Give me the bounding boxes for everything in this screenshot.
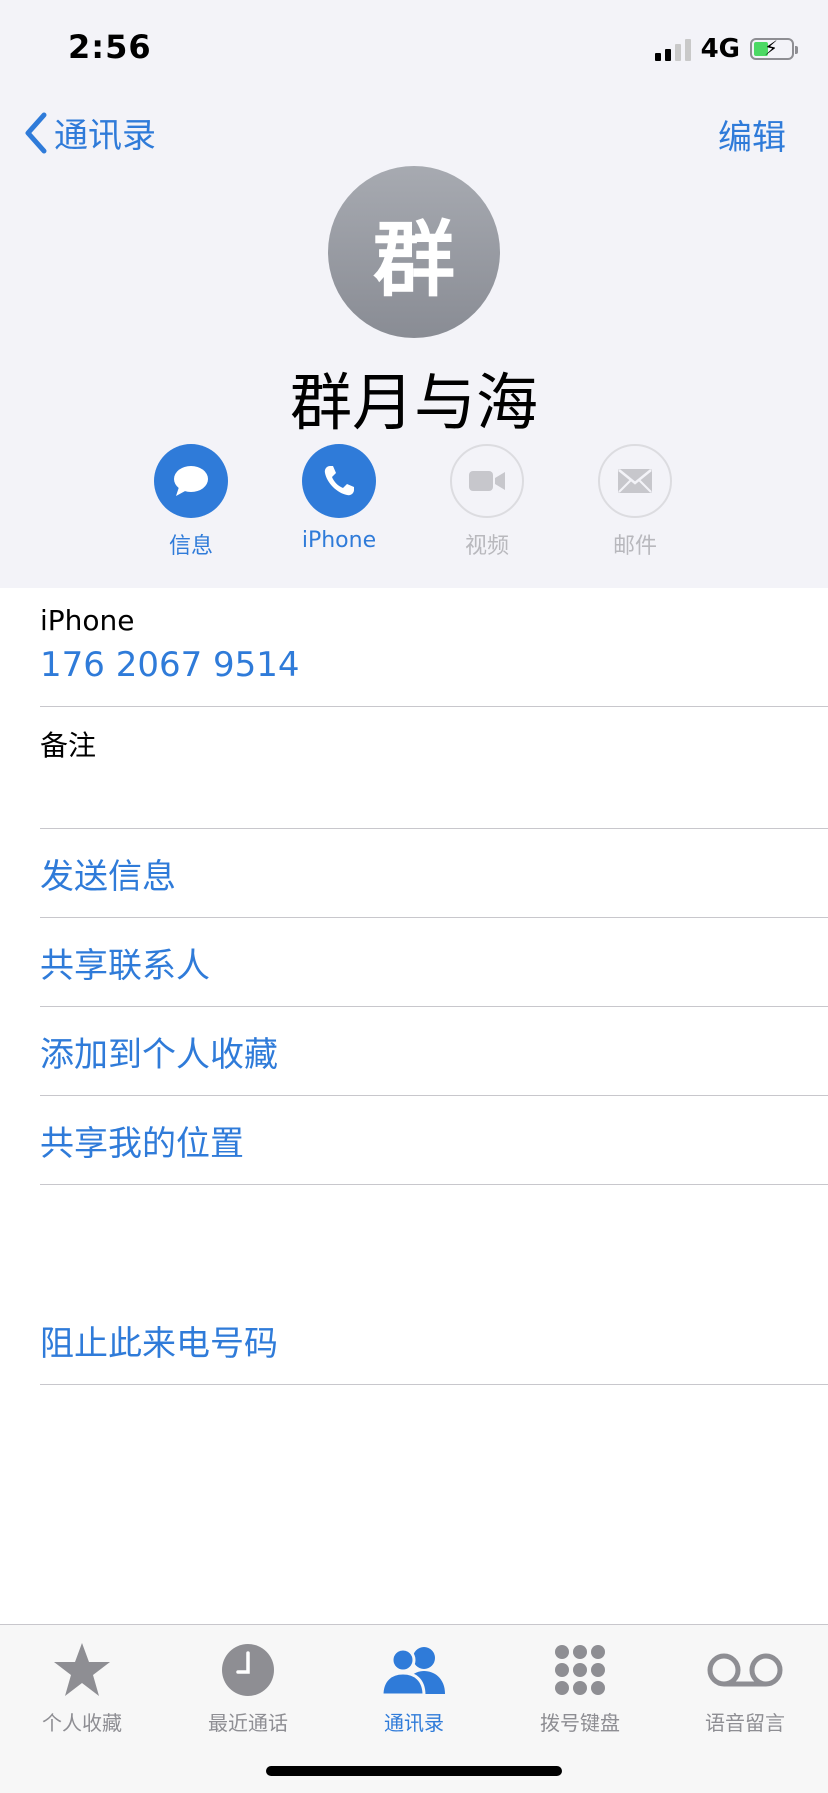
video-action-label: 视频 xyxy=(464,534,509,559)
message-action-button[interactable]: 信息 xyxy=(131,444,251,560)
status-time: 2:56 xyxy=(68,28,152,66)
keypad-icon xyxy=(555,1645,605,1695)
contacts-icon xyxy=(380,1647,445,1696)
notes-field[interactable]: 备注 xyxy=(40,724,828,829)
chevron-left-icon xyxy=(25,112,47,153)
home-indicator[interactable] xyxy=(266,1766,562,1776)
tab-recents[interactable]: 最近通话 xyxy=(173,1635,323,1736)
tab-favorites-label: 个人收藏 xyxy=(42,1711,122,1735)
send-message-label: 发送信息 xyxy=(40,856,176,897)
call-action-button[interactable]: iPhone xyxy=(279,444,399,553)
mail-action-button[interactable]: 邮件 xyxy=(575,444,695,560)
notes-field-label: 备注 xyxy=(40,729,97,762)
tab-voicemail[interactable]: 语音留言 xyxy=(670,1635,820,1736)
share-contact-link[interactable]: 共享联系人 xyxy=(40,918,828,1007)
share-contact-label: 共享联系人 xyxy=(40,945,210,986)
tab-favorites[interactable]: 个人收藏 xyxy=(7,1635,157,1736)
video-camera-icon xyxy=(469,471,505,491)
phone-field-label: iPhone xyxy=(40,604,135,637)
status-indicators: 4G ⚡ xyxy=(654,34,798,64)
call-action-label: iPhone xyxy=(301,528,377,553)
battery-icon: ⚡ xyxy=(750,37,798,60)
message-bubble-icon xyxy=(174,466,208,496)
star-icon xyxy=(54,1643,110,1696)
tab-keypad-label: 拨号键盘 xyxy=(540,1711,620,1735)
share-location-label: 共享我的位置 xyxy=(40,1123,244,1164)
phone-icon xyxy=(324,466,354,496)
block-caller-label: 阻止此来电号码 xyxy=(40,1323,278,1364)
back-button-label: 通讯录 xyxy=(54,116,156,156)
tab-recents-label: 最近通话 xyxy=(208,1711,288,1735)
add-to-favorites-label: 添加到个人收藏 xyxy=(40,1034,278,1075)
send-message-link[interactable]: 发送信息 xyxy=(40,829,828,918)
tab-contacts[interactable]: 通讯录 xyxy=(339,1635,489,1736)
voicemail-icon xyxy=(707,1653,783,1687)
video-action-button[interactable]: 视频 xyxy=(427,444,547,560)
phone-number[interactable]: 176 2067 9514 xyxy=(40,645,828,685)
mail-action-label: 邮件 xyxy=(612,534,657,559)
edit-button[interactable]: 编辑 xyxy=(718,110,786,159)
message-action-label: 信息 xyxy=(168,534,213,559)
clock-icon xyxy=(222,1644,274,1696)
cellular-signal-icon xyxy=(654,37,691,61)
network-type: 4G xyxy=(700,34,740,64)
tab-voicemail-label: 语音留言 xyxy=(705,1711,785,1735)
share-location-link[interactable]: 共享我的位置 xyxy=(40,1096,828,1185)
back-button[interactable]: 通讯录 xyxy=(24,108,156,157)
tab-keypad[interactable]: 拨号键盘 xyxy=(505,1635,655,1736)
phone-field[interactable]: iPhone 176 2067 9514 xyxy=(40,604,828,707)
block-caller-link[interactable]: 阻止此来电号码 xyxy=(40,1296,828,1385)
add-to-favorites-link[interactable]: 添加到个人收藏 xyxy=(40,1007,828,1096)
contact-avatar: 群 xyxy=(328,166,500,338)
envelope-icon xyxy=(618,469,652,493)
tab-contacts-label: 通讯录 xyxy=(384,1711,444,1735)
contact-name: 群月与海 xyxy=(289,366,538,439)
